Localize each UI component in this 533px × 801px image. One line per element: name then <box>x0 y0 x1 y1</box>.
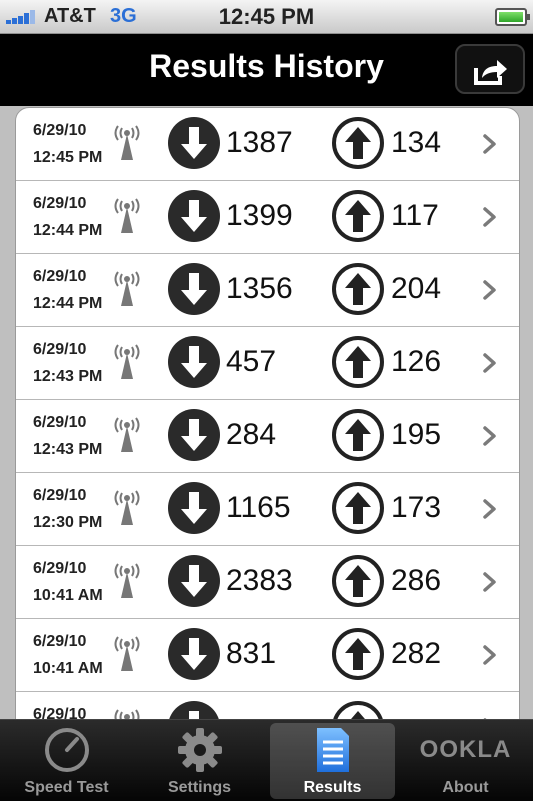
result-row[interactable]: 6/29/10 12:43 PM 284 195 <box>16 400 519 473</box>
upload-arrow-icon <box>331 700 385 720</box>
status-time: 12:45 PM <box>218 4 315 29</box>
download-arrow-icon <box>167 627 221 686</box>
result-time: 10:41 AM <box>33 587 103 604</box>
download-speed: 457 <box>226 345 277 378</box>
download-arrow-icon <box>167 700 221 720</box>
download-speed: 1356 <box>226 272 293 305</box>
chevron-right-icon <box>482 498 498 525</box>
result-row[interactable]: 6/29/10 12:45 PM 1387 134 <box>16 108 519 181</box>
gear-icon <box>133 726 266 774</box>
result-row[interactable]: 6/29/10 12:44 PM 1356 204 <box>16 254 519 327</box>
download-arrow-icon <box>167 554 221 613</box>
result-date: 6/29/10 <box>33 560 87 577</box>
navigation-bar: Results History <box>0 34 533 106</box>
result-time: 12:44 PM <box>33 222 103 239</box>
result-row[interactable]: 6/29/10 10:41 AM 2383 286 <box>16 546 519 619</box>
result-row[interactable]: 6/29/10 12:43 PM 457 126 <box>16 327 519 400</box>
result-time: 12:45 PM <box>33 149 103 166</box>
upload-speed: 134 <box>391 126 442 159</box>
download-arrow-icon <box>167 116 221 175</box>
result-date: 6/29/10 <box>33 122 87 139</box>
chevron-right-icon <box>482 279 498 306</box>
results-list: 6/29/10 12:45 PM 1387 134 6/29/10 12:44 PM 139… <box>15 107 520 721</box>
upload-speed: 282 <box>391 637 442 670</box>
download-speed: 284 <box>226 418 277 451</box>
chevron-right-icon <box>482 425 498 452</box>
upload-arrow-icon <box>331 554 385 613</box>
chevron-right-icon <box>482 571 498 598</box>
download-speed: 2383 <box>226 564 293 597</box>
result-row[interactable]: 6/29/10 12:44 PM 1399 117 <box>16 181 519 254</box>
download-speed: 1399 <box>226 199 293 232</box>
result-date: 6/29/10 <box>33 487 87 504</box>
cell-tower-icon <box>113 341 141 386</box>
upload-arrow-icon <box>331 408 385 467</box>
upload-speed: 117 <box>391 199 439 232</box>
chevron-right-icon <box>482 352 498 379</box>
download-speed: 1387 <box>226 126 293 159</box>
cell-tower-icon <box>113 195 141 240</box>
chevron-right-icon <box>482 644 498 671</box>
result-date: 6/29/10 <box>33 341 87 358</box>
result-row[interactable]: 6/29/10 10:41 AM 831 282 <box>16 619 519 692</box>
tab-settings[interactable]: Settings <box>133 720 266 801</box>
result-date: 6/29/10 <box>33 268 87 285</box>
upload-speed: 286 <box>391 564 442 597</box>
upload-speed: 195 <box>391 418 442 451</box>
download-arrow-icon <box>167 481 221 540</box>
download-speed: 1165 <box>226 491 291 524</box>
download-speed: 831 <box>226 637 277 670</box>
result-time: 12:30 PM <box>33 514 103 531</box>
ookla-logo: OOKLA <box>419 736 512 763</box>
result-row[interactable]: 6/29/10 12:30 PM 1165 173 <box>16 473 519 546</box>
upload-arrow-icon <box>331 116 385 175</box>
battery-icon <box>495 8 530 26</box>
result-date: 6/29/10 <box>33 633 87 650</box>
upload-arrow-icon <box>331 627 385 686</box>
tab-results[interactable]: Results <box>266 720 399 801</box>
cell-tower-icon <box>113 414 141 459</box>
download-arrow-icon <box>167 408 221 467</box>
download-arrow-icon <box>167 189 221 248</box>
cell-tower-icon <box>113 560 141 605</box>
result-time: 12:43 PM <box>33 441 103 458</box>
download-arrow-icon <box>167 262 221 321</box>
tab-label: Settings <box>167 779 232 796</box>
page-title: Results History <box>149 48 384 84</box>
tab-label: About <box>442 779 489 796</box>
upload-arrow-icon <box>331 189 385 248</box>
result-time: 12:43 PM <box>33 368 103 385</box>
speedometer-icon <box>0 726 133 774</box>
result-time: 12:44 PM <box>33 295 103 312</box>
tab-label: Speed Test <box>24 779 109 796</box>
download-arrow-icon <box>167 335 221 394</box>
chevron-right-icon <box>482 133 498 160</box>
chevron-right-icon <box>482 206 498 233</box>
cell-tower-icon <box>113 122 141 167</box>
upload-speed: 126 <box>391 345 442 378</box>
upload-speed: 204 <box>391 272 442 305</box>
cell-tower-icon <box>113 487 141 532</box>
result-time: 10:41 AM <box>33 660 103 677</box>
upload-arrow-icon <box>331 335 385 394</box>
upload-arrow-icon <box>331 262 385 321</box>
upload-arrow-icon <box>331 481 385 540</box>
share-icon <box>474 60 507 85</box>
tab-label: Results <box>303 779 362 796</box>
result-date: 6/29/10 <box>33 414 87 431</box>
document-icon <box>266 726 399 774</box>
tab-bar: Speed Test Settings Results OOKLA About <box>0 719 533 801</box>
result-date: 6/29/10 <box>33 195 87 212</box>
cell-tower-icon <box>113 268 141 313</box>
result-row[interactable]: 6/29/10 <box>16 692 519 720</box>
cell-tower-icon <box>113 633 141 678</box>
upload-speed: 173 <box>391 491 442 524</box>
tab-speed-test[interactable]: Speed Test <box>0 720 133 801</box>
tab-about[interactable]: OOKLA About <box>399 720 532 801</box>
status-bar: AT&T 3G 12:45 PM <box>0 0 533 34</box>
share-button[interactable] <box>455 44 525 94</box>
